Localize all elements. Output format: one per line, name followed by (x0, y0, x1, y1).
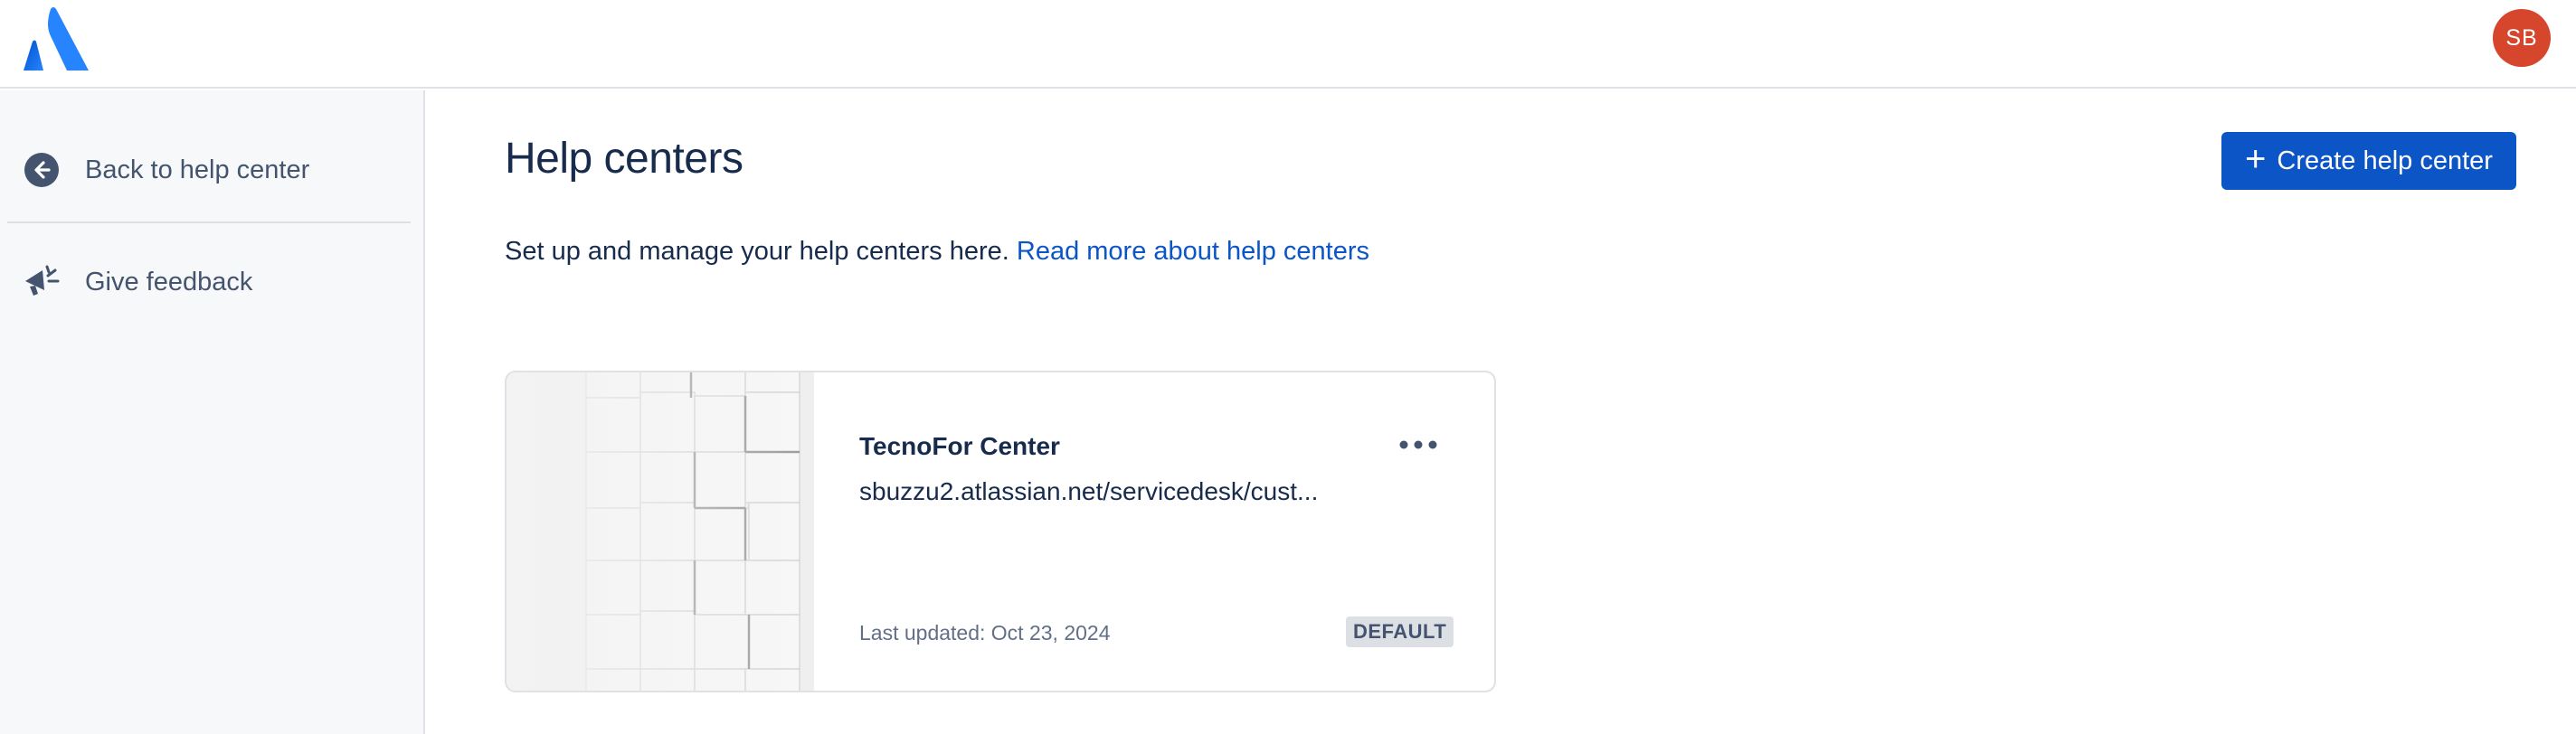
sidebar: Back to help center Give feedback (0, 90, 425, 734)
page-title: Help centers (505, 135, 743, 183)
more-options-button[interactable] (1393, 423, 1444, 466)
help-center-card[interactable]: TecnoFor Center sbuzzu2.atlassian.net/se… (505, 371, 1496, 692)
intro-description: Set up and manage your help centers here… (505, 237, 1009, 266)
plus-icon: + (2245, 139, 2267, 179)
more-dots-icon (1399, 440, 1437, 449)
user-avatar[interactable]: SB (2493, 9, 2551, 67)
help-center-thumbnail (507, 372, 814, 691)
help-center-name: TecnoFor Center (859, 432, 1060, 460)
last-updated-text: Last updated: Oct 23, 2024 (859, 621, 1111, 645)
sidebar-item-give-feedback[interactable]: Give feedback (0, 243, 425, 321)
top-navigation-bar: SB (0, 0, 2576, 89)
sidebar-item-back-to-help-center[interactable]: Back to help center (0, 131, 425, 209)
create-help-center-button[interactable]: + Create help center (2221, 132, 2516, 190)
create-help-center-label: Create help center (2277, 146, 2493, 175)
sidebar-item-label: Give feedback (85, 267, 253, 296)
sidebar-divider (7, 221, 411, 223)
read-more-link[interactable]: Read more about help centers (1017, 237, 1369, 266)
megaphone-icon (22, 262, 62, 302)
help-center-url: sbuzzu2.atlassian.net/servicedesk/cust..… (859, 477, 1319, 505)
default-badge: DEFAULT (1346, 616, 1454, 647)
atlassian-logo-icon[interactable] (24, 5, 89, 71)
intro-text: Set up and manage your help centers here… (505, 237, 1369, 267)
sidebar-item-label: Back to help center (85, 155, 310, 184)
arrow-left-circle-icon (22, 150, 62, 190)
